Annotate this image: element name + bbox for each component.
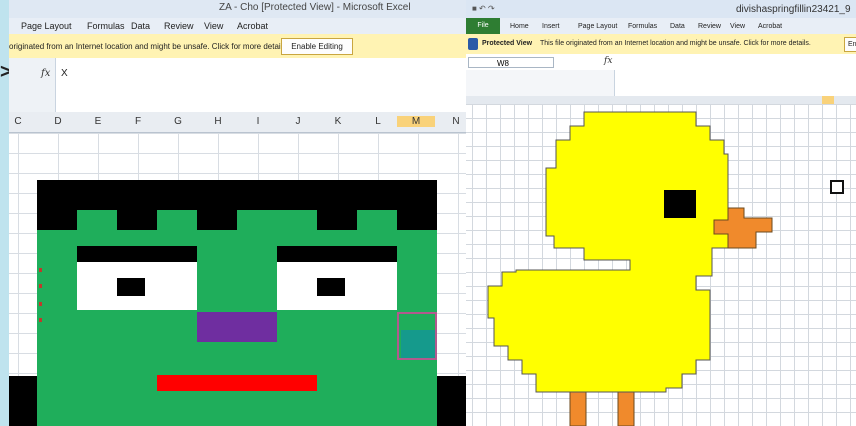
- face-gap: [237, 210, 317, 230]
- left-excel-window: ZA - Cho [Protected View] - Microsoft Ex…: [9, 0, 466, 426]
- right-excel-window: ■ ↶ ↷ divishaspringfillin23421_9 File Ho…: [466, 0, 856, 426]
- mouth: [157, 375, 317, 391]
- security-message: originated from an Internet location and…: [9, 42, 289, 51]
- neck-bolt-right: [437, 376, 466, 426]
- duck-leg-left: [569, 389, 587, 426]
- right-eyebrow: [277, 246, 397, 262]
- tab-formulas[interactable]: Formulas: [87, 21, 125, 31]
- hair-top: [37, 180, 437, 210]
- tab-page-layout[interactable]: Page Layout: [21, 21, 72, 31]
- enable-editing-button[interactable]: Enable Editing: [281, 38, 353, 55]
- face-gap: [77, 210, 117, 230]
- left-pupil: [117, 278, 145, 296]
- column-header[interactable]: D: [39, 116, 77, 127]
- tab-data[interactable]: Data: [131, 21, 150, 31]
- marker: [39, 302, 42, 306]
- marker: [39, 268, 42, 272]
- tab-review[interactable]: Review: [164, 21, 194, 31]
- face-gap: [157, 210, 197, 230]
- column-header-selected[interactable]: M: [397, 116, 435, 127]
- active-cell[interactable]: [830, 180, 844, 194]
- name-box[interactable]: [9, 58, 56, 112]
- column-headers: C D E F G H I J K L M N: [9, 112, 466, 133]
- left-eyebrow: [77, 246, 197, 262]
- column-header[interactable]: E: [79, 116, 117, 127]
- neck-bolt-left: [9, 376, 37, 426]
- nose: [197, 312, 277, 342]
- window-title: ZA - Cho [Protected View] - Microsoft Ex…: [219, 2, 411, 13]
- column-header[interactable]: I: [239, 116, 277, 127]
- column-header[interactable]: L: [359, 116, 397, 127]
- tab-acrobat[interactable]: Acrobat: [237, 21, 268, 31]
- column-header[interactable]: F: [119, 116, 157, 127]
- column-header[interactable]: J: [279, 116, 317, 127]
- title-bar: ZA - Cho [Protected View] - Microsoft Ex…: [9, 0, 466, 18]
- column-header[interactable]: G: [159, 116, 197, 127]
- marker: [39, 284, 42, 288]
- column-header[interactable]: H: [199, 116, 237, 127]
- duck-eye: [664, 190, 696, 218]
- fx-icon[interactable]: fx: [41, 68, 50, 79]
- ribbon-tabs: Page Layout Formulas Data Review View Ac…: [9, 18, 466, 34]
- formula-bar: fx X: [9, 58, 466, 113]
- marker: [39, 318, 42, 322]
- selected-cell-fill: [401, 330, 435, 358]
- right-pupil: [317, 278, 345, 296]
- face-gap: [357, 210, 397, 230]
- column-header[interactable]: N: [437, 116, 466, 127]
- duck-body: [487, 111, 729, 393]
- tab-view[interactable]: View: [204, 21, 223, 31]
- column-header[interactable]: C: [9, 116, 37, 127]
- column-header[interactable]: K: [319, 116, 357, 127]
- duck-pixel-art: [487, 111, 773, 426]
- formula-input[interactable]: X: [61, 68, 68, 79]
- duck-leg-right: [617, 389, 635, 426]
- security-message-bar: originated from an Internet location and…: [9, 34, 466, 59]
